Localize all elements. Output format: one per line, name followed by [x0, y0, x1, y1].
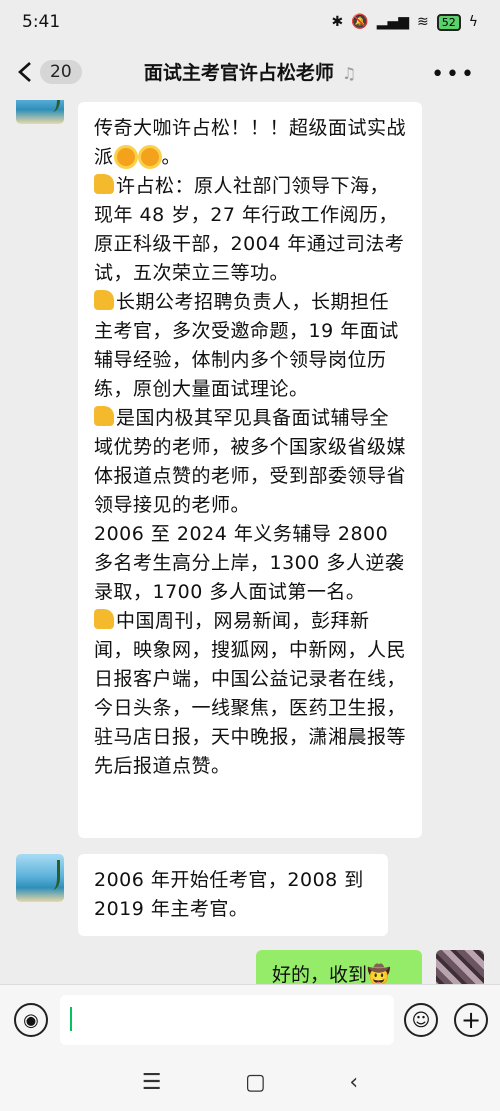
message-bubble-examiner[interactable]: 2006 年开始任考官，2008 到 2019 年主考官。 [78, 854, 388, 936]
input-bar: ◉ ☺ + [0, 984, 500, 1055]
chat-header: 20 面试主考官许占松老师 ♫ ••• [0, 44, 500, 100]
more-options-button[interactable]: ••• [431, 62, 476, 87]
signal-icon: ▂▄▆ [376, 14, 410, 30]
bluetooth-icon: ✱ [331, 14, 344, 30]
message-input[interactable] [60, 995, 394, 1045]
status-time: 5:41 [22, 12, 61, 32]
message-paragraph: 中国周刊，网易新闻，彭拜新闻，映象网，搜狐网，中新网，人民日报客户端，中国公益记… [94, 609, 407, 777]
message-list[interactable]: 传奇大咖许占松！！！超级面试实战派。 许占松：原人社部门领导下海，现年 48 岁… [0, 100, 500, 984]
status-bar: 5:41 ✱ 🔕 ▂▄▆ ≋ 52 ϟ [0, 0, 500, 44]
home-icon[interactable]: ▢ [245, 1070, 266, 1095]
sun-emoji-icon [140, 148, 159, 166]
charging-icon: ϟ [468, 14, 478, 30]
voice-input-button[interactable]: ◉ [14, 1003, 48, 1037]
message-paragraph: 2006 至 2024 年义务辅导 2800 多名考生高分上岸，1300 多人逆… [94, 523, 405, 603]
mute-status-icon: 🔕 [351, 14, 369, 30]
recent-apps-icon[interactable]: ☰ [142, 1070, 162, 1095]
my-avatar[interactable] [436, 950, 484, 984]
thumbs-up-emoji-icon [94, 609, 114, 629]
system-navigation-bar: ☰ ▢ ‹ [0, 1054, 500, 1111]
emoji-button[interactable]: ☺ [404, 1003, 438, 1037]
message-paragraph: 长期公考招聘负责人，长期担任主考官，多次受邀命题，19 年面试辅导经验，体制内多… [94, 290, 399, 400]
wifi-icon: ≋ [417, 14, 429, 30]
sender-avatar[interactable] [16, 100, 64, 124]
message-paragraph: 传奇大咖许占松！！！超级面试实战派。 [94, 117, 407, 168]
thumbs-up-emoji-icon [94, 174, 114, 194]
sender-avatar[interactable] [16, 854, 64, 902]
emoji-icon: 🤠 [367, 964, 391, 984]
palm-tree-image [41, 100, 60, 112]
more-functions-button[interactable]: + [454, 1003, 488, 1037]
battery-icon: 52 [436, 13, 461, 31]
palm-tree-image [41, 860, 60, 890]
message-paragraph: 是国内极其罕见具备面试辅导全域优势的老师，被多个国家级省级媒体报道点赞的老师，受… [94, 406, 407, 516]
thumbs-up-emoji-icon [94, 290, 114, 310]
mute-notification-icon: ♫ [341, 64, 357, 83]
message-paragraph: 许占松：原人社部门领导下海，现年 48 岁，27 年行政工作阅历，原正科级干部，… [94, 174, 405, 284]
chat-title: 面试主考官许占松老师 ♫ [0, 58, 500, 85]
smile-icon: ☺ [411, 1009, 431, 1031]
status-icons: ✱ 🔕 ▂▄▆ ≋ 52 ϟ [331, 13, 478, 31]
message-bubble-intro[interactable]: 传奇大咖许占松！！！超级面试实战派。 许占松：原人社部门领导下海，现年 48 岁… [78, 102, 422, 838]
thumbs-up-emoji-icon [94, 406, 114, 426]
my-message-bubble[interactable]: 好的，收到🤠 [256, 950, 422, 984]
system-back-icon[interactable]: ‹ [349, 1070, 358, 1095]
chat-title-text: 面试主考官许占松老师 [143, 62, 334, 84]
sun-emoji-icon [116, 148, 135, 166]
message-text: 好的，收到 [272, 964, 368, 984]
message-text: 2006 年开始任考官，2008 到 2019 年主考官。 [94, 869, 371, 920]
plus-icon: + [460, 1006, 482, 1034]
voice-icon: ◉ [23, 1009, 39, 1031]
text-cursor [70, 1007, 72, 1031]
